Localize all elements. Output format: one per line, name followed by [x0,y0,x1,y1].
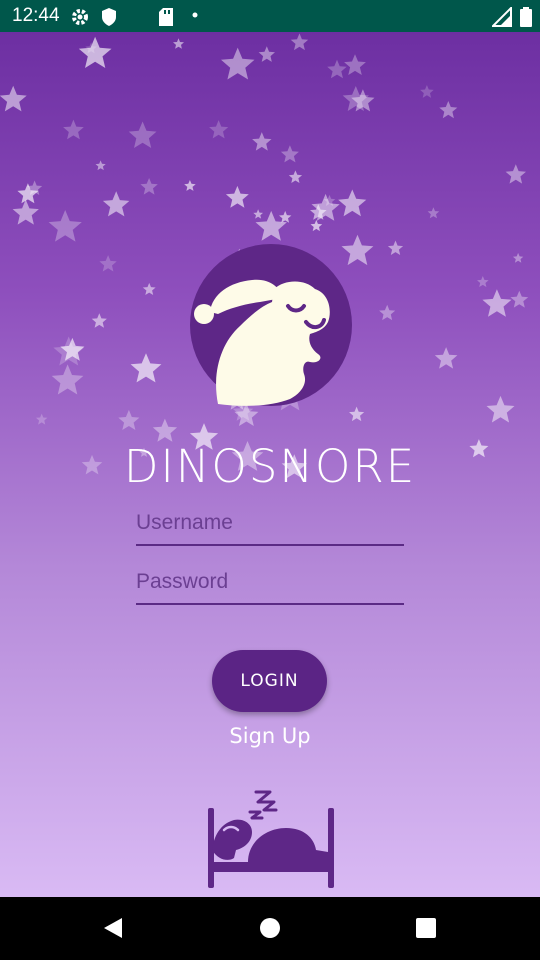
star-shape [439,101,458,119]
star-shape [510,290,529,308]
star-shape [349,406,365,422]
star-shape [128,121,157,148]
login-screen: DINOSNORE LOGIN Sign Up [0,32,540,897]
star-shape [280,145,299,163]
star-shape [209,120,229,139]
star-shape [387,240,404,255]
sleeping-dino-bed-icon [208,790,334,888]
star-shape [130,353,162,383]
star-shape [505,164,526,184]
star-shape [91,313,107,328]
star-shape [95,160,106,171]
star-shape [486,395,515,423]
star-shape [102,191,130,217]
star-shape [253,209,263,219]
star-shape [140,178,158,195]
app-title: DINOSNORE [123,440,417,493]
star-shape [35,413,48,425]
star-shape [51,364,84,395]
star-shape [12,199,39,225]
star-shape [173,38,184,49]
star-shape [225,185,249,208]
star-shape [258,46,275,62]
status-bar: 12:44 [0,0,540,32]
star-shape [142,282,156,295]
star-shape [482,289,512,317]
star-shape [63,119,84,140]
home-icon[interactable] [259,916,281,940]
settings-icon [72,9,88,25]
star-shape [379,304,396,321]
dot-icon [192,12,198,18]
username-field[interactable] [136,505,404,546]
shield-icon [102,8,116,26]
star-shape [118,409,140,430]
star-shape [288,170,303,183]
signal-icon [492,7,512,27]
star-shape [310,219,323,232]
star-shape [512,252,524,263]
password-field[interactable] [136,564,404,605]
dinosaur-logo [190,244,352,406]
star-shape [338,189,367,217]
signup-link[interactable]: Sign Up [0,724,540,748]
navigation-bar [0,897,540,960]
star-shape [279,210,292,223]
star-shape [184,180,196,191]
star-shape [420,85,434,98]
star-shape [152,418,178,442]
recents-icon[interactable] [415,916,437,940]
star-shape [0,85,27,112]
star-shape [78,36,112,68]
back-icon[interactable] [102,916,124,940]
status-time: 12:44 [12,5,60,26]
star-shape [434,347,458,369]
star-shape [48,210,82,242]
battery-icon [520,7,532,27]
star-shape [221,47,255,80]
login-button[interactable]: LOGIN [212,650,327,712]
star-shape [344,54,366,75]
star-shape [290,33,309,51]
star-shape [427,207,440,219]
star-shape [252,132,272,151]
star-shape [327,59,347,79]
star-shape [99,255,117,272]
star-shape [477,276,489,287]
screen: 12:44 DINOSNORE Username LOGIN Sign Up [0,0,540,960]
sd-card-icon [159,8,173,26]
